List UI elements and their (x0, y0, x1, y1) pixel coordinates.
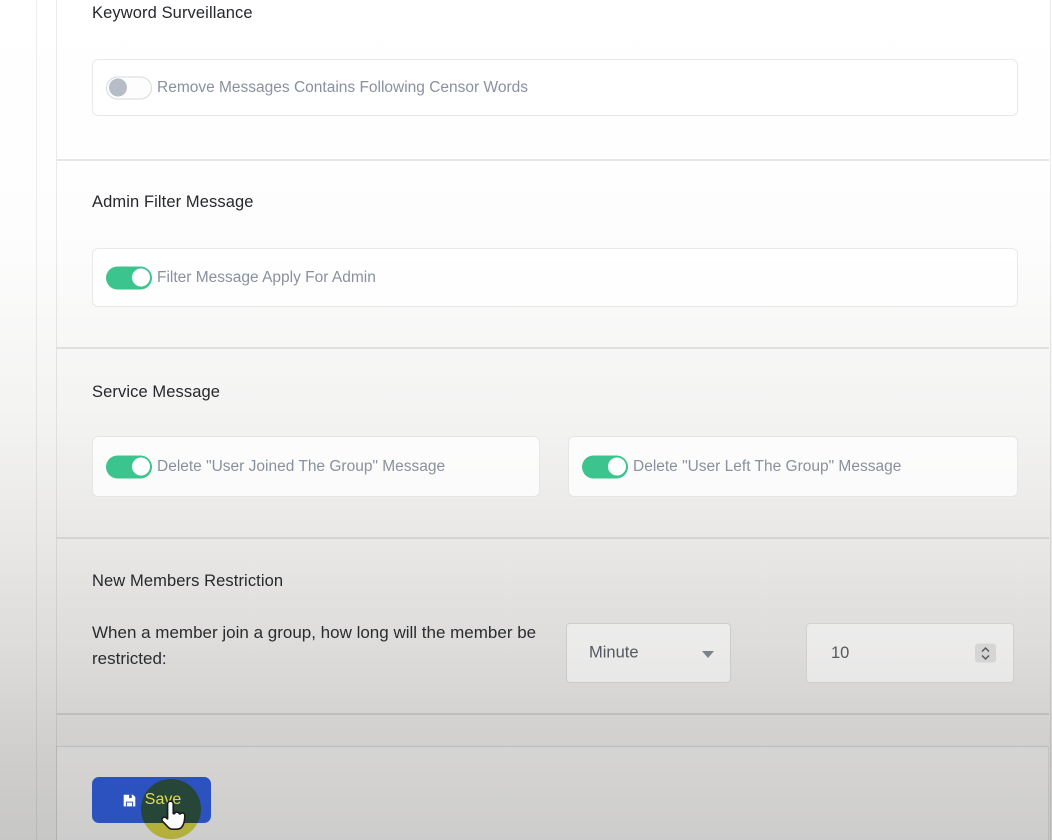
section-title-new-members: New Members Restriction (92, 572, 284, 590)
section-divider (57, 537, 1049, 539)
user-left-option-box: Delete "User Left The Group" Message (568, 436, 1018, 497)
censor-words-toggle-label: Remove Messages Contains Following Censo… (157, 78, 529, 96)
toggle-knob (607, 457, 626, 475)
delete-user-joined-label: Delete "User Joined The Group" Message (157, 457, 446, 475)
censor-words-toggle[interactable] (106, 76, 152, 99)
section-divider (57, 713, 1049, 715)
restriction-unit-select[interactable]: Minute (566, 623, 731, 683)
section-title-admin-filter: Admin Filter Message (92, 193, 254, 211)
user-joined-option-box: Delete "User Joined The Group" Message (92, 436, 540, 497)
admin-filter-option-box: Filter Message Apply For Admin (92, 248, 1018, 307)
delete-user-joined-toggle[interactable] (106, 455, 152, 478)
toggle-knob (109, 78, 127, 97)
censor-words-option-box: Remove Messages Contains Following Censo… (92, 59, 1018, 116)
admin-filter-toggle[interactable] (106, 266, 152, 289)
restriction-duration-input[interactable] (831, 624, 961, 682)
floppy-disk-icon (123, 794, 136, 806)
toggle-knob (131, 457, 150, 475)
number-stepper[interactable] (975, 643, 996, 663)
chevron-down-icon (702, 651, 714, 658)
restriction-duration-field (806, 623, 1014, 683)
selected-unit-value: Minute (589, 643, 639, 662)
toggle-knob (131, 268, 150, 286)
delete-user-left-label: Delete "User Left The Group" Message (633, 457, 902, 475)
section-divider (57, 159, 1049, 161)
delete-user-left-toggle[interactable] (582, 455, 628, 478)
settings-page: Keyword Surveillance Remove Messages Con… (0, 0, 1052, 840)
left-gutter-divider (36, 0, 37, 840)
save-button-label: Save (144, 791, 182, 808)
section-title-service-message: Service Message (92, 383, 221, 401)
admin-filter-toggle-label: Filter Message Apply For Admin (157, 268, 376, 286)
section-title-keyword-surveillance: Keyword Surveillance (92, 4, 253, 22)
restriction-description: When a member join a group, how long wil… (92, 623, 537, 668)
save-button[interactable]: Save (92, 777, 211, 823)
section-divider (57, 347, 1049, 349)
up-down-chevrons-icon (981, 646, 990, 660)
